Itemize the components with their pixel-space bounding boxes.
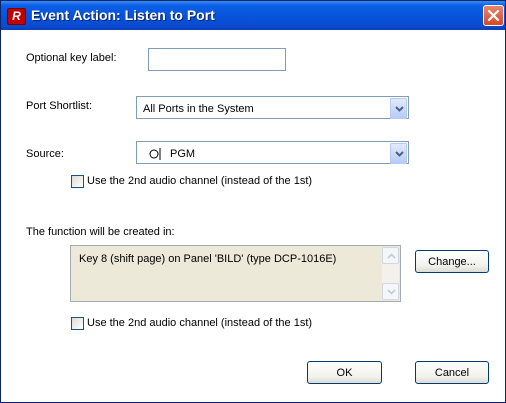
- app-icon: R: [7, 8, 26, 25]
- function-location-scrollbar[interactable]: [382, 247, 399, 300]
- audio-channel-label-1: Use the 2nd audio channel (instead of th…: [87, 175, 313, 187]
- key-label-caption: Optional key label:: [26, 52, 117, 64]
- scroll-down-button[interactable]: [382, 283, 399, 300]
- ok-button[interactable]: OK: [307, 361, 382, 384]
- audio-channel-checkbox-1[interactable]: [71, 175, 84, 188]
- cancel-button[interactable]: Cancel: [415, 361, 489, 384]
- source-caption: Source:: [26, 148, 64, 160]
- change-button[interactable]: Change...: [415, 250, 489, 273]
- scroll-up-icon: [387, 253, 396, 259]
- audio-channel-checkbox-2[interactable]: [71, 317, 84, 330]
- dialog-content: Optional key label: Port Shortlist: All …: [1, 30, 505, 402]
- scroll-up-button[interactable]: [382, 247, 399, 264]
- source-dropdown-button[interactable]: [390, 143, 407, 164]
- source-select[interactable]: PGM: [136, 141, 409, 164]
- source-value: PGM: [170, 148, 196, 160]
- key-label-input[interactable]: [148, 48, 286, 71]
- port-shortlist-caption: Port Shortlist:: [26, 100, 93, 112]
- function-location-caption: The function will be created in:: [26, 226, 175, 238]
- function-location-text: Key 8 (shift page) on Panel 'BILD' (type…: [79, 253, 337, 265]
- chevron-down-icon: [395, 151, 404, 157]
- function-location-box: Key 8 (shift page) on Panel 'BILD' (type…: [70, 245, 401, 302]
- port-shortlist-value: All Ports in the System: [143, 103, 254, 115]
- change-button-label: Change...: [428, 256, 476, 268]
- port-shortlist-select[interactable]: All Ports in the System: [136, 96, 409, 119]
- dialog-window: R Event Action: Listen to Port Optional …: [0, 0, 506, 403]
- ok-button-label: OK: [336, 367, 353, 379]
- scroll-down-icon: [387, 289, 396, 295]
- title-bar[interactable]: R Event Action: Listen to Port: [1, 1, 505, 30]
- audio-source-icon: [149, 148, 161, 160]
- close-icon: [487, 9, 500, 22]
- window-title: Event Action: Listen to Port: [31, 7, 215, 23]
- chevron-down-icon: [395, 106, 404, 112]
- port-shortlist-dropdown-button[interactable]: [390, 98, 407, 119]
- audio-channel-label-2: Use the 2nd audio channel (instead of th…: [87, 317, 313, 329]
- close-button[interactable]: [483, 5, 504, 26]
- cancel-button-label: Cancel: [434, 367, 470, 379]
